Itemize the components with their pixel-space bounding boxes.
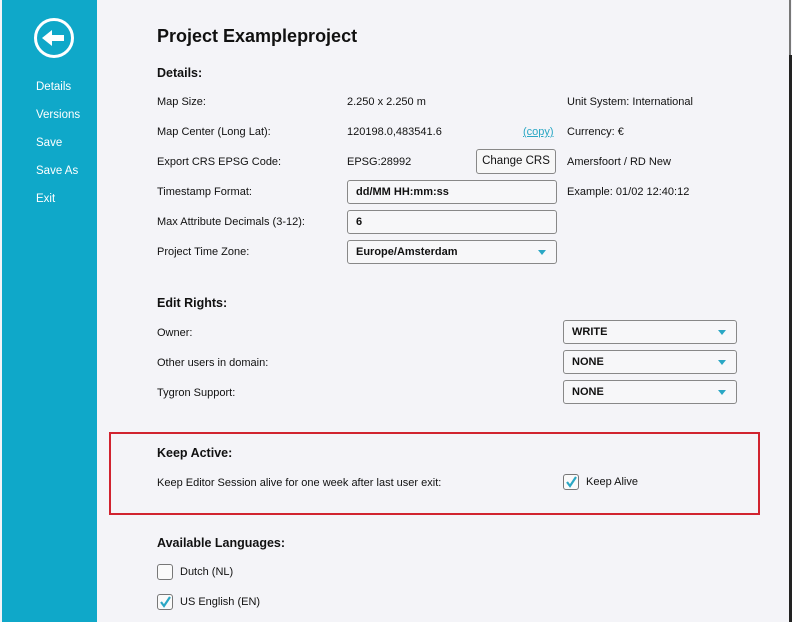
owner-select[interactable]: WRITE (563, 320, 737, 344)
map-center-value: 120198.0,483541.6 (347, 126, 442, 138)
unit-system: Unit System: International (567, 96, 693, 108)
timestamp-format-label: Timestamp Format: (157, 186, 252, 198)
currency: Currency: € (567, 126, 624, 138)
domain-users-value: NONE (572, 356, 604, 368)
max-decimals-label: Max Attribute Decimals (3-12): (157, 216, 305, 228)
time-zone-select[interactable]: Europe/Amsterdam (347, 240, 557, 264)
sidebar-item-exit[interactable]: Exit (36, 190, 80, 218)
sidebar-item-save-as[interactable]: Save As (36, 162, 80, 190)
chevron-down-icon (538, 250, 546, 255)
owner-label: Owner: (157, 327, 193, 339)
chevron-down-icon (718, 330, 726, 335)
language-label-english: US English (EN) (180, 596, 261, 608)
map-size-value: 2.250 x 2.250 m (347, 96, 426, 108)
timestamp-example: Example: 01/02 12:40:12 (567, 186, 690, 198)
keep-active-highlight-box (109, 432, 760, 515)
crs-name: Amersfoort / RD New (567, 156, 671, 168)
sidebar-nav: Details Versions Save Save As Exit (36, 78, 80, 218)
domain-users-select[interactable]: NONE (563, 350, 737, 374)
keep-active-description: Keep Editor Session alive for one week a… (157, 477, 442, 489)
tygron-support-label: Tygron Support: (157, 387, 236, 399)
back-button[interactable] (34, 18, 74, 58)
edit-rights-heading: Edit Rights: (157, 296, 228, 310)
tygron-support-select[interactable]: NONE (563, 380, 737, 404)
domain-users-label: Other users in domain: (157, 357, 269, 369)
time-zone-value: Europe/Amsterdam (356, 246, 458, 258)
export-crs-label: Export CRS EPSG Code: (157, 156, 282, 168)
sidebar-item-versions[interactable]: Versions (36, 106, 80, 134)
keep-active-heading: Keep Active: (157, 446, 233, 460)
languages-heading: Available Languages: (157, 536, 286, 550)
sidebar-item-details[interactable]: Details (36, 78, 80, 106)
chevron-down-icon (718, 360, 726, 365)
tygron-support-value: NONE (572, 386, 604, 398)
change-crs-button[interactable]: Change CRS (476, 149, 556, 174)
main-panel: Project Exampleproject Details: Map Size… (97, 0, 777, 622)
keep-alive-checkbox[interactable] (563, 474, 579, 490)
max-decimals-input[interactable]: 6 (347, 210, 557, 234)
language-checkbox-dutch[interactable] (157, 564, 173, 580)
copy-link[interactable]: (copy) (523, 126, 554, 138)
language-label-dutch: Dutch (NL) (180, 566, 234, 578)
sidebar-item-save[interactable]: Save (36, 134, 80, 162)
language-checkbox-english[interactable] (157, 594, 173, 610)
page-title: Project Exampleproject (157, 26, 358, 46)
map-center-label: Map Center (Long Lat): (157, 126, 271, 138)
timestamp-format-input[interactable]: dd/MM HH:mm:ss (347, 180, 557, 204)
keep-alive-label: Keep Alive (586, 476, 638, 488)
map-size-label: Map Size: (157, 96, 206, 108)
details-heading: Details: (157, 66, 203, 80)
sidebar: Details Versions Save Save As Exit (2, 0, 97, 622)
time-zone-label: Project Time Zone: (157, 246, 250, 258)
owner-value: WRITE (572, 326, 608, 338)
chevron-down-icon (718, 390, 726, 395)
export-crs-value: EPSG:28992 (347, 156, 412, 168)
